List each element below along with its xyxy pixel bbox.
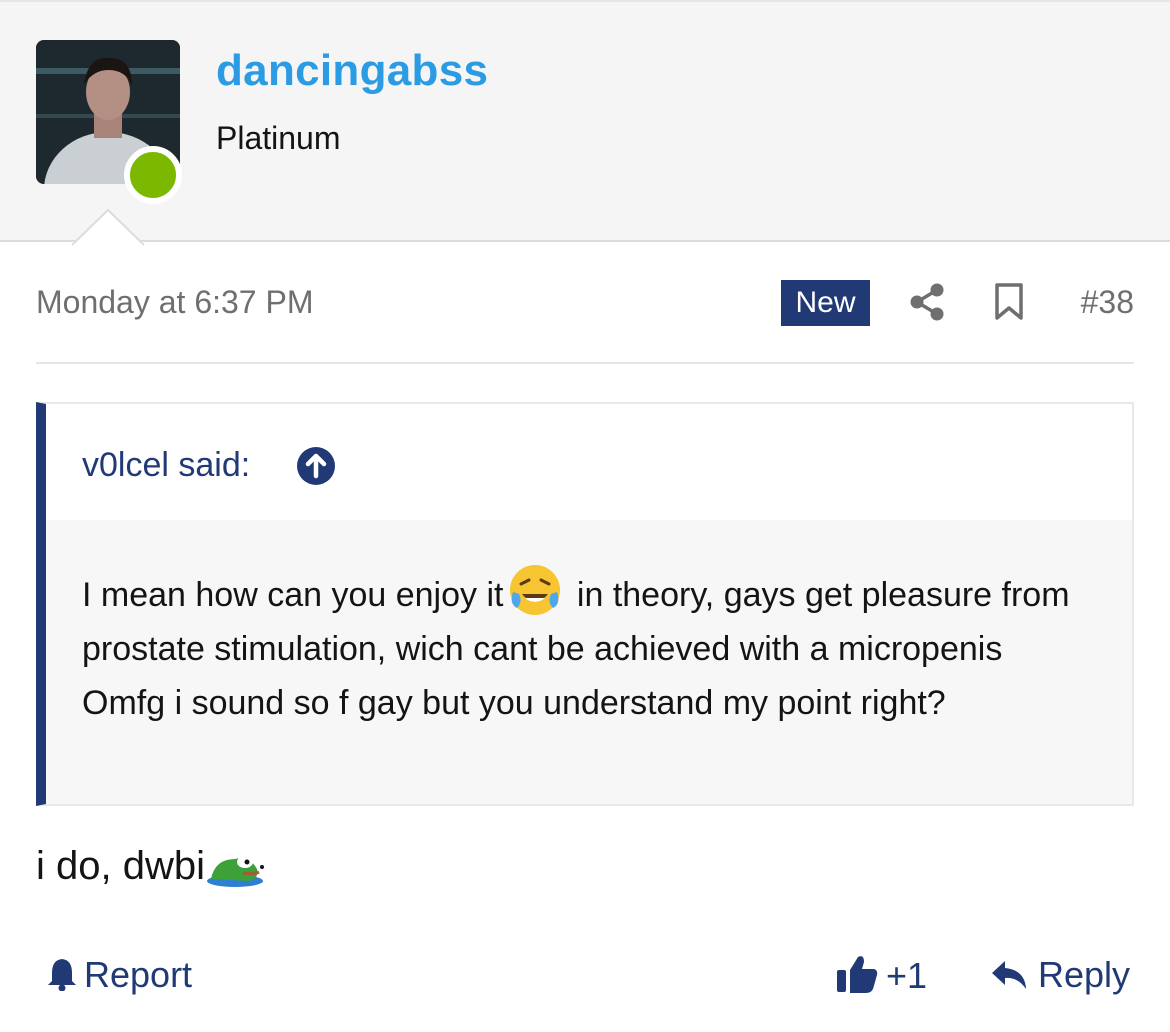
jump-to-quote-icon[interactable]	[296, 446, 336, 486]
post-actions: Report +1 Reply	[36, 950, 1134, 1006]
post-date[interactable]: Monday at 6:37 PM	[36, 284, 313, 321]
post-text: i do, dwbi	[36, 844, 205, 888]
reply-label: Reply	[1037, 954, 1130, 995]
report-button[interactable]: Report	[46, 954, 192, 996]
reply-icon	[991, 961, 1026, 989]
user-title: Platinum	[216, 120, 341, 156]
bookmark-icon[interactable]	[994, 283, 1024, 321]
share-icon[interactable]	[909, 282, 945, 322]
reply-button[interactable]: Reply	[990, 954, 1130, 996]
quote-body: I mean how can you enjoy it in theory, g…	[82, 562, 1122, 730]
quote-author[interactable]: v0lcel said:	[82, 446, 250, 485]
username[interactable]: dancingabss	[216, 46, 488, 96]
bell-icon	[48, 959, 76, 992]
divider	[36, 362, 1134, 364]
user-header: dancingabss Platinum	[0, 0, 1170, 247]
quote-block: v0lcel said: I mean how can you enjoy it…	[36, 402, 1134, 806]
report-label: Report	[84, 954, 193, 995]
tears-of-joy-icon	[510, 565, 561, 615]
like-count: +1	[886, 955, 928, 996]
post-number[interactable]: #38	[1081, 284, 1134, 321]
thumbs-up-icon	[837, 956, 878, 993]
post-body: i do, dwbi	[36, 844, 265, 891]
like-button[interactable]: +1	[836, 954, 927, 997]
frog-icon	[206, 856, 264, 887]
quote-text-part1: I mean how can you enjoy it	[82, 576, 504, 614]
header-pointer	[72, 208, 144, 247]
new-badge: New	[781, 280, 870, 326]
post-meta: Monday at 6:37 PM New #38	[36, 278, 1134, 330]
quote-text-line2: Omfg i sound so f gay but you understand…	[82, 684, 946, 722]
quote-header: v0lcel said:	[46, 404, 1132, 520]
online-status-dot	[124, 146, 182, 204]
